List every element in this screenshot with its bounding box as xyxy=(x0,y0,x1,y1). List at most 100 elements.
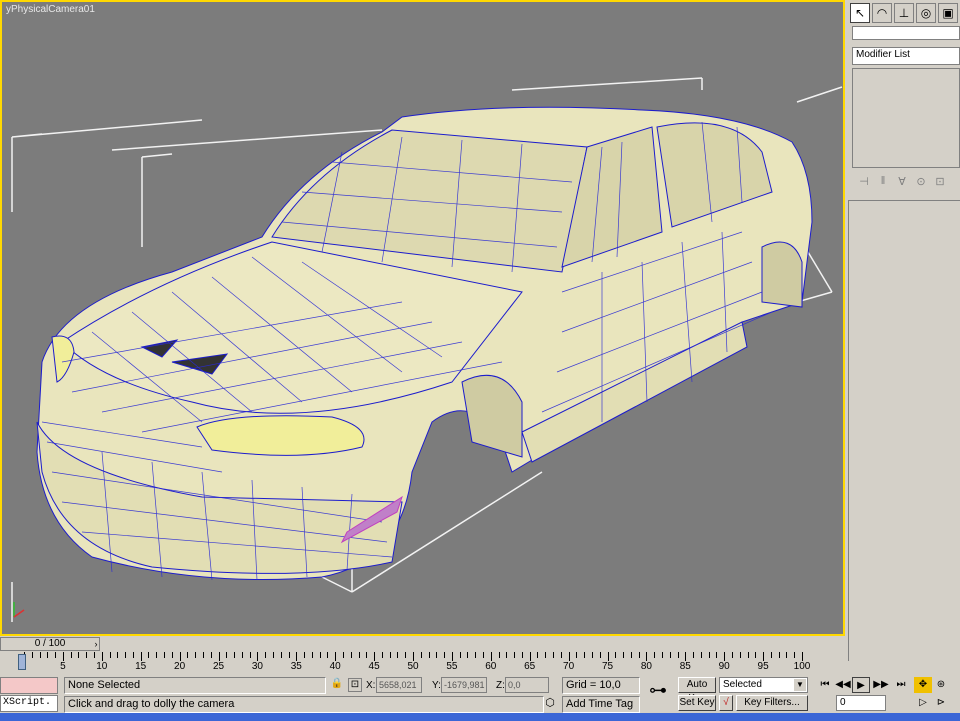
object-name-field[interactable] xyxy=(852,26,960,40)
ruler-tick xyxy=(794,652,796,658)
key-icon[interactable]: ⊶ xyxy=(643,680,673,710)
ruler-label: 65 xyxy=(524,661,536,672)
set-key-button[interactable]: Set Key xyxy=(678,695,716,711)
ruler-tick xyxy=(280,652,282,658)
ruler-tick xyxy=(576,652,578,658)
time-slider[interactable]: 0 / 100 xyxy=(0,637,100,651)
key-filters-button[interactable]: Key Filters... xyxy=(736,695,808,711)
ruler-tick xyxy=(708,652,710,658)
ruler-tick xyxy=(451,652,453,661)
z-coordinate-field[interactable]: 0,0 xyxy=(505,677,549,693)
next-frame-icon[interactable]: ▶▶ xyxy=(872,677,890,693)
ruler-tick xyxy=(661,652,663,658)
ruler-tick xyxy=(342,652,344,658)
ruler-tick xyxy=(623,652,625,658)
ruler-tick xyxy=(31,652,33,658)
orbit-icon[interactable]: ⊛ xyxy=(932,677,950,693)
modifier-stack[interactable] xyxy=(852,68,960,168)
windows-taskbar xyxy=(0,713,960,721)
ruler-label: 100 xyxy=(793,661,811,672)
ruler-tick xyxy=(428,652,430,658)
ruler-tick xyxy=(288,652,290,658)
ruler-tick xyxy=(272,652,274,658)
ruler-label: 10 xyxy=(96,661,108,672)
modifier-list-dropdown[interactable]: Modifier List xyxy=(852,47,960,65)
ruler-label: 75 xyxy=(601,661,614,672)
ruler-tick xyxy=(638,652,640,658)
ruler-tick xyxy=(607,652,609,661)
ruler-label: 35 xyxy=(290,661,302,672)
ruler-tick xyxy=(39,652,41,658)
ruler-label: 40 xyxy=(329,661,341,672)
display-icon[interactable]: ▣ xyxy=(938,3,958,23)
add-time-tag[interactable]: Add Time Tag xyxy=(562,696,640,713)
ruler-tick xyxy=(202,652,204,658)
ruler-tick xyxy=(693,652,695,658)
ruler-tick xyxy=(739,652,741,658)
ruler-tick xyxy=(646,652,648,661)
ruler-tick xyxy=(545,652,547,658)
ruler-tick xyxy=(700,652,702,658)
absolute-mode-icon[interactable]: ⊡ xyxy=(348,678,362,692)
ruler-tick xyxy=(521,652,523,658)
x-coordinate-field[interactable]: 5658,021 xyxy=(376,677,422,693)
ruler-tick xyxy=(413,652,414,661)
ruler-label: 5 xyxy=(60,661,66,672)
perspective-viewport[interactable]: yPhysicalCamera01 xyxy=(0,0,845,636)
ruler-tick xyxy=(514,652,516,658)
field-of-view-icon[interactable]: ⊳ xyxy=(932,695,950,711)
key-mode-dropdown[interactable]: Selected ▼ xyxy=(719,677,808,693)
ruler-tick xyxy=(296,652,298,661)
ruler-tick xyxy=(86,652,88,658)
chevron-down-icon[interactable]: ▼ xyxy=(794,679,806,691)
ruler-tick xyxy=(568,652,570,661)
time-tag-icon[interactable]: ⬡ xyxy=(542,696,558,712)
remove-modifier-icon[interactable]: ⊙ xyxy=(913,175,929,188)
stack-toolbar: ⊣ ‖ ∀ ⊙ ⊡ xyxy=(852,171,960,191)
ruler-label: 95 xyxy=(757,661,769,672)
ruler-tick xyxy=(47,652,49,658)
ruler-tick xyxy=(537,652,539,658)
ruler-tick xyxy=(770,652,772,658)
maxscript-listener-top[interactable] xyxy=(0,677,58,694)
ruler-tick xyxy=(599,652,601,658)
modify-icon[interactable]: ◠ xyxy=(872,3,892,23)
pointer-icon[interactable]: ↖ xyxy=(850,3,870,23)
ruler-tick xyxy=(747,652,749,658)
previous-frame-icon[interactable]: ◀◀ xyxy=(834,677,852,693)
key-tangent-icon[interactable]: √ xyxy=(719,695,733,711)
ruler-tick xyxy=(265,652,267,658)
ruler-tick xyxy=(802,652,803,661)
lock-selection-icon[interactable]: 🔒 xyxy=(330,678,344,692)
play-icon[interactable]: ▶ xyxy=(852,677,870,693)
y-coordinate-field[interactable]: -1679,981 xyxy=(441,677,487,693)
motion-icon[interactable]: ◎ xyxy=(916,3,936,23)
pan-icon[interactable]: ✥ xyxy=(914,677,932,693)
ruler-label: 90 xyxy=(718,661,730,672)
configure-sets-icon[interactable]: ⊡ xyxy=(932,175,948,188)
ruler-tick xyxy=(553,652,555,658)
ruler-label: 20 xyxy=(174,661,186,672)
track-bar[interactable]: 5 10 15 20 25 30 35 40 45 50 55 60 65 70 75 80 85 90 95 100 xyxy=(0,652,848,674)
show-end-result-icon[interactable]: ‖ xyxy=(875,175,891,187)
ruler-tick xyxy=(62,652,64,661)
make-unique-icon[interactable]: ∀ xyxy=(894,175,910,188)
go-to-end-icon[interactable]: ⏭ xyxy=(892,677,910,693)
maxscript-listener[interactable]: XScript. xyxy=(0,695,58,712)
hierarchy-icon[interactable]: ⊥ xyxy=(894,3,914,23)
next-frame-arrow-icon[interactable]: › xyxy=(90,637,102,651)
ruler-tick xyxy=(218,652,220,661)
auto-key-button[interactable]: Auto Key xyxy=(678,677,716,704)
current-frame-field[interactable]: 0 xyxy=(836,695,886,711)
pin-stack-icon[interactable]: ⊣ xyxy=(856,175,872,188)
selection-status: None Selected xyxy=(64,677,326,694)
go-to-start-icon[interactable]: ⏮ xyxy=(816,677,834,693)
ruler-tick xyxy=(591,652,593,658)
ruler-tick xyxy=(101,652,103,661)
dolly-icon[interactable]: ▷ xyxy=(914,695,932,711)
ruler-tick xyxy=(311,652,313,658)
ruler-tick xyxy=(584,652,586,658)
current-time-marker[interactable] xyxy=(18,654,26,670)
ruler-tick xyxy=(731,652,733,658)
z-label: Z: xyxy=(496,680,505,691)
